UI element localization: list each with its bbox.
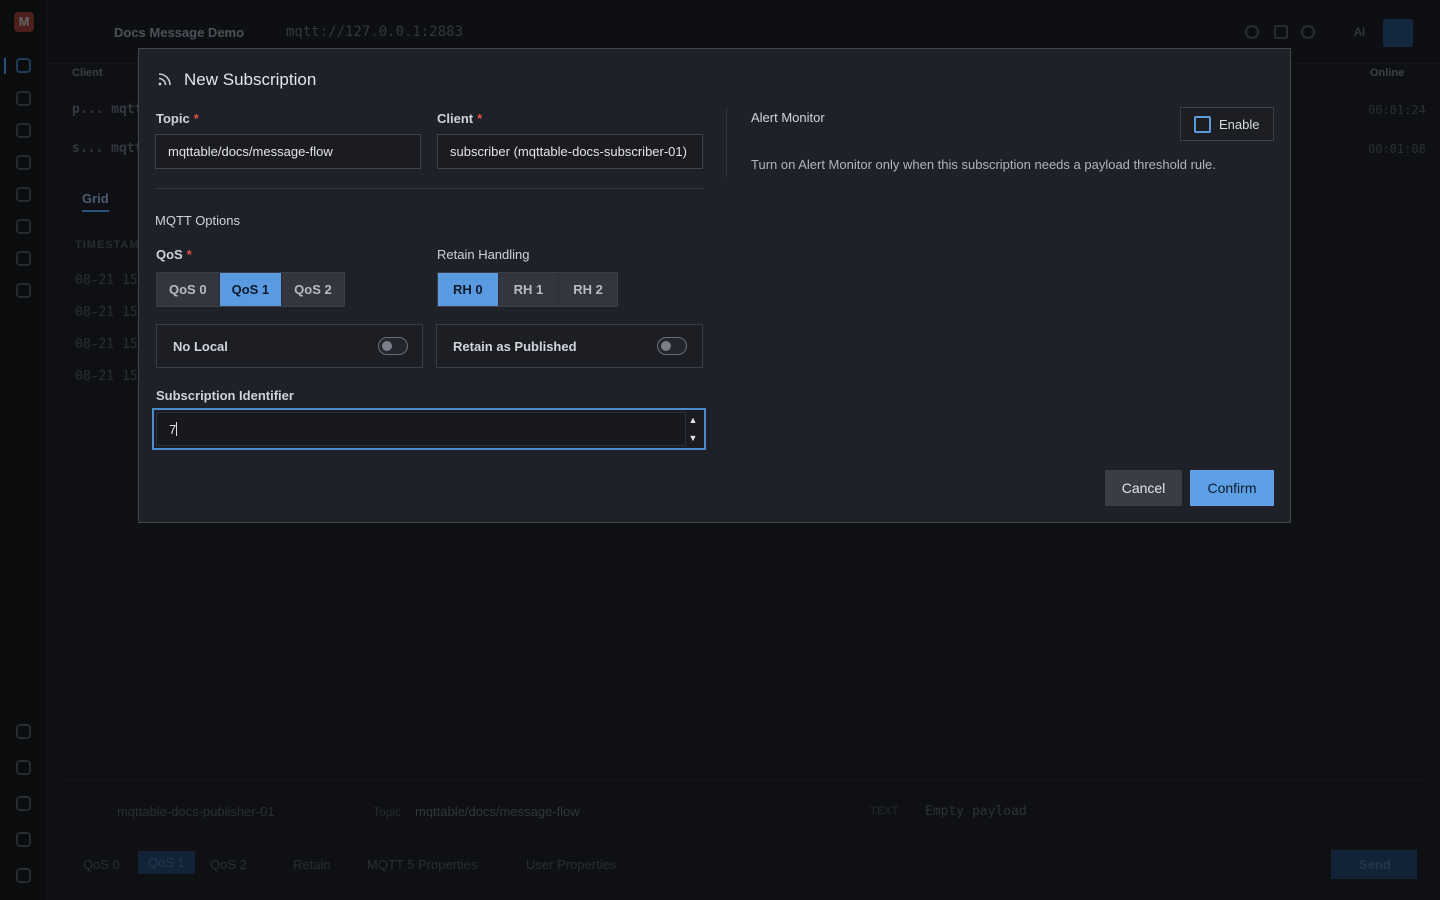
qos0-option[interactable]: QoS 0 [157, 273, 220, 306]
checkbox-icon[interactable] [1194, 116, 1211, 133]
cancel-button[interactable]: Cancel [1105, 470, 1182, 506]
increment-icon[interactable]: ▲ [686, 412, 700, 428]
decrement-icon[interactable]: ▼ [686, 430, 700, 446]
client-select[interactable]: subscriber (mqttable-docs-subscriber-01) [437, 134, 703, 169]
divider [155, 188, 703, 189]
no-local-label: No Local [173, 339, 228, 354]
qos2-option[interactable]: QoS 2 [282, 273, 344, 306]
subscription-identifier-input[interactable]: 7 ▲ ▼ [152, 408, 706, 450]
no-local-toggle[interactable] [378, 337, 408, 355]
topic-input[interactable]: mqttable/docs/message-flow [155, 134, 421, 169]
rss-icon [158, 73, 171, 86]
retain-as-published-row: Retain as Published [436, 324, 703, 368]
no-local-row: No Local [156, 324, 423, 368]
required-mark: * [477, 111, 483, 126]
subscription-identifier-label: Subscription Identifier [156, 388, 294, 403]
rh2-option[interactable]: RH 2 [559, 273, 617, 306]
subscription-identifier-field[interactable]: 7 [156, 412, 686, 446]
retain-handling-label: Retain Handling [437, 247, 530, 262]
text-caret [176, 422, 178, 436]
enable-alert-checkbox[interactable]: Enable [1180, 107, 1274, 141]
rh0-option[interactable]: RH 0 [438, 273, 499, 306]
retain-as-published-label: Retain as Published [453, 339, 577, 354]
qos-label: QoS * [156, 247, 192, 262]
required-mark: * [186, 247, 192, 262]
mqtt-options-heading: MQTT Options [155, 213, 241, 228]
dialog-title: New Subscription [184, 70, 317, 89]
retain-as-published-toggle[interactable] [657, 337, 687, 355]
toggle-knob [382, 341, 392, 351]
divider [726, 107, 727, 177]
alert-monitor-description: Turn on Alert Monitor only when this sub… [751, 157, 1216, 172]
client-label: Client * [437, 111, 483, 126]
topic-label: Topic * [156, 111, 199, 126]
enable-label: Enable [1219, 117, 1260, 132]
retain-handling-segmented-control: RH 0 RH 1 RH 2 [437, 272, 618, 307]
confirm-button[interactable]: Confirm [1190, 470, 1274, 506]
toggle-knob [661, 341, 671, 351]
alert-monitor-heading: Alert Monitor [751, 110, 825, 125]
rh1-option[interactable]: RH 1 [499, 273, 560, 306]
qos1-option[interactable]: QoS 1 [219, 273, 283, 306]
qos-segmented-control: QoS 0 QoS 1 QoS 2 [156, 272, 345, 307]
required-mark: * [193, 111, 199, 126]
